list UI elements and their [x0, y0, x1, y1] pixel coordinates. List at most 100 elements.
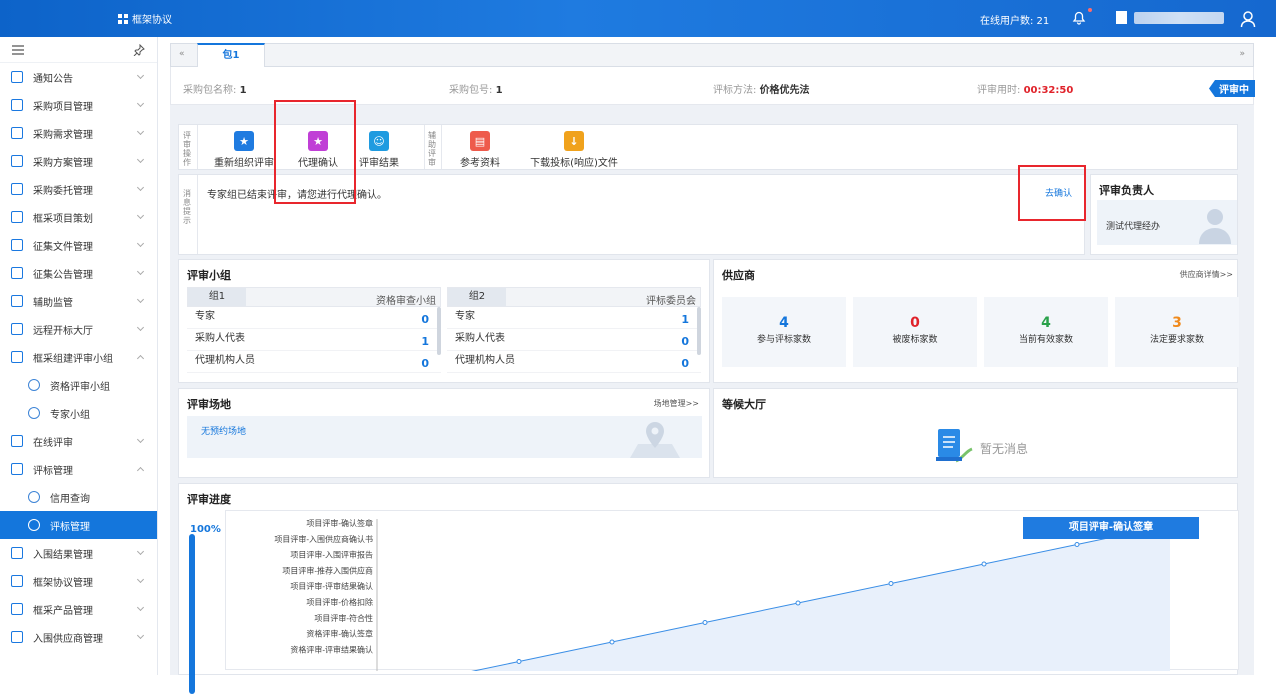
- message-label: 消息提示: [183, 189, 191, 225]
- group-tab[interactable]: 组1: [188, 288, 246, 306]
- sidebar-item[interactable]: 采购委托管理: [0, 175, 157, 203]
- sidebar-item[interactable]: 采购方案管理: [0, 147, 157, 175]
- chevron-up-icon[interactable]: [136, 466, 145, 475]
- sidebar-item[interactable]: 采购需求管理: [0, 119, 157, 147]
- scrollbar[interactable]: [697, 307, 701, 355]
- sidebar-item[interactable]: 专家小组: [0, 399, 157, 427]
- group-tab[interactable]: 组2: [448, 288, 506, 306]
- venue-empty-box: 无预约场地: [187, 416, 702, 458]
- data-point[interactable]: [981, 561, 987, 567]
- sidebar-item-label: 评标管理: [33, 465, 73, 477]
- member-count[interactable]: 0: [681, 354, 689, 374]
- sidebar-item[interactable]: 框采组建评审小组: [0, 343, 157, 371]
- y-tick-label: 项目评审-入围评审报告: [290, 550, 373, 560]
- chevron-down-icon[interactable]: [136, 155, 145, 164]
- main-content: « 包1 » 采购包名称: 1 采购包号: 1 评标方法: 价格优先法 评审用时…: [170, 43, 1255, 694]
- sidebar-item-label: 征集文件管理: [33, 241, 93, 253]
- sidebar-item[interactable]: 远程开标大厅: [0, 315, 157, 343]
- menu-icon[interactable]: [12, 44, 24, 55]
- chevron-down-icon[interactable]: [136, 183, 145, 192]
- sidebar-item[interactable]: 信用查询: [0, 483, 157, 511]
- chevron-down-icon[interactable]: [136, 239, 145, 248]
- download-bid-file-button[interactable]: ↓ 下载投标(响应)文件: [519, 131, 629, 169]
- chevron-down-icon[interactable]: [136, 435, 145, 444]
- member-count[interactable]: 1: [421, 332, 429, 352]
- menu-item-icon: [11, 239, 23, 251]
- sidebar-item-label: 框采产品管理: [33, 605, 93, 617]
- member-count[interactable]: 1: [681, 310, 689, 330]
- data-point[interactable]: [1074, 542, 1080, 547]
- reference-button[interactable]: ▤ 参考资料: [445, 131, 515, 169]
- divider: [441, 125, 442, 169]
- sidebar-item[interactable]: 入围结果管理: [0, 539, 157, 567]
- chevron-down-icon[interactable]: [136, 127, 145, 136]
- sidebar-item[interactable]: 辅助监管: [0, 287, 157, 315]
- chevron-down-icon[interactable]: [136, 99, 145, 108]
- supplier-details-link[interactable]: 供应商详情>>: [1180, 269, 1233, 280]
- pin-icon[interactable]: [133, 43, 145, 56]
- group-label-review-ops: 评审操作: [183, 131, 191, 167]
- chevron-down-icon[interactable]: [136, 575, 145, 584]
- suppliers-panel: 供应商 供应商详情>> 4 参与评标家数 0 被废标家数 4 当前有效家数 3 法定要求家数: [713, 259, 1239, 383]
- sidebar-item[interactable]: 征集文件管理: [0, 231, 157, 259]
- menu-item-icon: [28, 407, 40, 419]
- member-count[interactable]: 0: [681, 332, 689, 352]
- progress-title: 评审进度: [187, 493, 231, 506]
- menu-item-icon: [11, 631, 23, 643]
- data-point[interactable]: [702, 620, 708, 625]
- app-title[interactable]: 框架协议: [118, 11, 172, 26]
- highlight-box-go-confirm: [1018, 165, 1086, 221]
- group-member-row: 采购人代表 1: [187, 329, 441, 351]
- sidebar-item[interactable]: 框采项目策划: [0, 203, 157, 231]
- menu-item-icon: [11, 351, 23, 363]
- data-point[interactable]: [795, 600, 801, 606]
- y-tick-label: 项目评审-确认签章: [306, 518, 373, 528]
- tab-prev-icon[interactable]: «: [179, 49, 185, 59]
- sidebar-item[interactable]: 评标管理: [0, 511, 157, 539]
- sidebar-item[interactable]: 通知公告: [0, 63, 157, 91]
- sidebar-item[interactable]: 框架协议管理: [0, 567, 157, 595]
- menu-item-icon: [11, 99, 23, 111]
- scrollbar[interactable]: [437, 307, 441, 355]
- chevron-down-icon[interactable]: [136, 295, 145, 304]
- data-point[interactable]: [516, 659, 522, 664]
- y-tick-label: 项目评审-价格扣除: [306, 597, 373, 607]
- chevron-down-icon[interactable]: [136, 603, 145, 612]
- sidebar-menu: 通知公告 采购项目管理 采购需求管理采购方案管理采购委托管理 框采项目策划征集文件管理…: [0, 63, 157, 651]
- sidebar-item[interactable]: 入围供应商管理: [0, 623, 157, 651]
- venue-empty-text: 无预约场地: [201, 427, 247, 437]
- tab-next-icon[interactable]: »: [1239, 49, 1245, 59]
- chevron-down-icon[interactable]: [136, 267, 145, 276]
- reorganize-review-button[interactable]: ★ 重新组织评审: [209, 131, 279, 169]
- member-count[interactable]: 0: [421, 310, 429, 330]
- package-name-field: 采购包名称: 1: [183, 85, 247, 96]
- document-icon[interactable]: [1116, 11, 1127, 24]
- sidebar-item[interactable]: 征集公告管理: [0, 259, 157, 287]
- venue-management-link[interactable]: 场地管理>>: [654, 398, 699, 409]
- chevron-up-icon[interactable]: [136, 354, 145, 363]
- chevron-down-icon[interactable]: [136, 547, 145, 556]
- bell-icon[interactable]: [1071, 9, 1087, 25]
- data-point[interactable]: [609, 639, 615, 645]
- menu-item-icon: [11, 463, 23, 475]
- tab-bar: « 包1 »: [170, 43, 1254, 68]
- chevron-down-icon[interactable]: [136, 631, 145, 640]
- chevron-down-icon[interactable]: [136, 71, 145, 80]
- menu-item-icon: [11, 295, 23, 307]
- user-icon[interactable]: [1240, 10, 1256, 28]
- sidebar-item[interactable]: 资格评审小组: [0, 371, 157, 399]
- menu-item-icon: [28, 519, 40, 531]
- tab-package-1[interactable]: 包1: [197, 43, 265, 68]
- chevron-down-icon[interactable]: [136, 211, 145, 220]
- member-count[interactable]: 0: [421, 354, 429, 374]
- sidebar-item-label: 采购方案管理: [33, 157, 93, 169]
- sidebar-item[interactable]: 框采产品管理: [0, 595, 157, 623]
- sidebar-item-label: 征集公告管理: [33, 269, 93, 281]
- supplier-stat-card: 4 参与评标家数: [722, 297, 846, 367]
- sidebar-item[interactable]: 评标管理: [0, 455, 157, 483]
- sidebar-item[interactable]: 采购项目管理: [0, 91, 157, 119]
- chevron-down-icon[interactable]: [136, 323, 145, 332]
- data-point[interactable]: [888, 581, 894, 586]
- menu-item-icon: [11, 211, 23, 223]
- sidebar-item[interactable]: 在线评审: [0, 427, 157, 455]
